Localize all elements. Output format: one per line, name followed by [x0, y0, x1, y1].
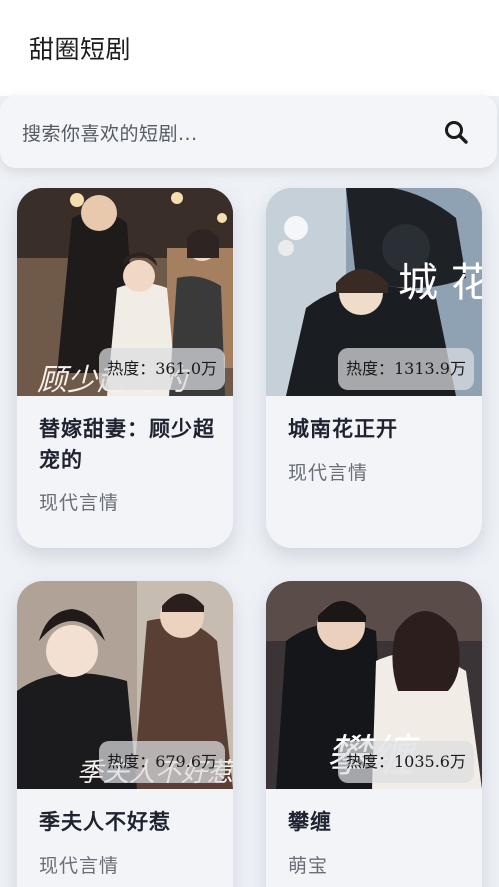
drama-genre: 现代言情: [39, 492, 120, 514]
heat-badge: 热度：679.6万: [99, 741, 225, 783]
drama-card[interactable]: 城 花南 正开 热度：1313.9万 城南花正开 现代言情: [266, 188, 482, 548]
drama-poster[interactable]: 顾少超宠的 热度：361.0万: [17, 188, 233, 396]
drama-card[interactable]: 季夫人不好惹 热度：679.6万 季夫人不好惹 现代言情: [17, 581, 233, 887]
drama-genre: 萌宝: [288, 855, 329, 877]
heat-badge: 热度：1035.6万: [338, 741, 474, 783]
poster-overlay-text: 城 花南 正开: [398, 260, 482, 306]
drama-poster[interactable]: 攀缠 热度：1035.6万: [266, 581, 482, 789]
search-icon[interactable]: [443, 119, 469, 145]
drama-poster[interactable]: 城 花南 正开 热度：1313.9万: [266, 188, 482, 396]
drama-title[interactable]: 攀缠: [288, 807, 468, 838]
heat-badge: 热度：361.0万: [99, 348, 225, 390]
app-header: 甜圈短剧: [0, 0, 499, 96]
drama-genre: 现代言情: [39, 855, 120, 877]
drama-poster[interactable]: 季夫人不好惹 热度：679.6万: [17, 581, 233, 789]
drama-title[interactable]: 城南花正开: [288, 414, 468, 445]
search-input[interactable]: 搜索你喜欢的短剧...: [22, 119, 198, 146]
drama-title[interactable]: 季夫人不好惹: [39, 807, 219, 838]
heat-badge: 热度：1313.9万: [338, 348, 474, 390]
search-bar[interactable]: 搜索你喜欢的短剧...: [0, 95, 497, 168]
app-title: 甜圈短剧: [29, 35, 132, 64]
drama-card[interactable]: 顾少超宠的 热度：361.0万 替嫁甜妻：顾少超宠的 现代言情: [17, 188, 233, 548]
drama-card[interactable]: 攀缠 热度：1035.6万 攀缠 萌宝: [266, 581, 482, 887]
drama-genre: 现代言情: [288, 462, 369, 484]
drama-title[interactable]: 替嫁甜妻：顾少超宠的: [39, 414, 219, 476]
